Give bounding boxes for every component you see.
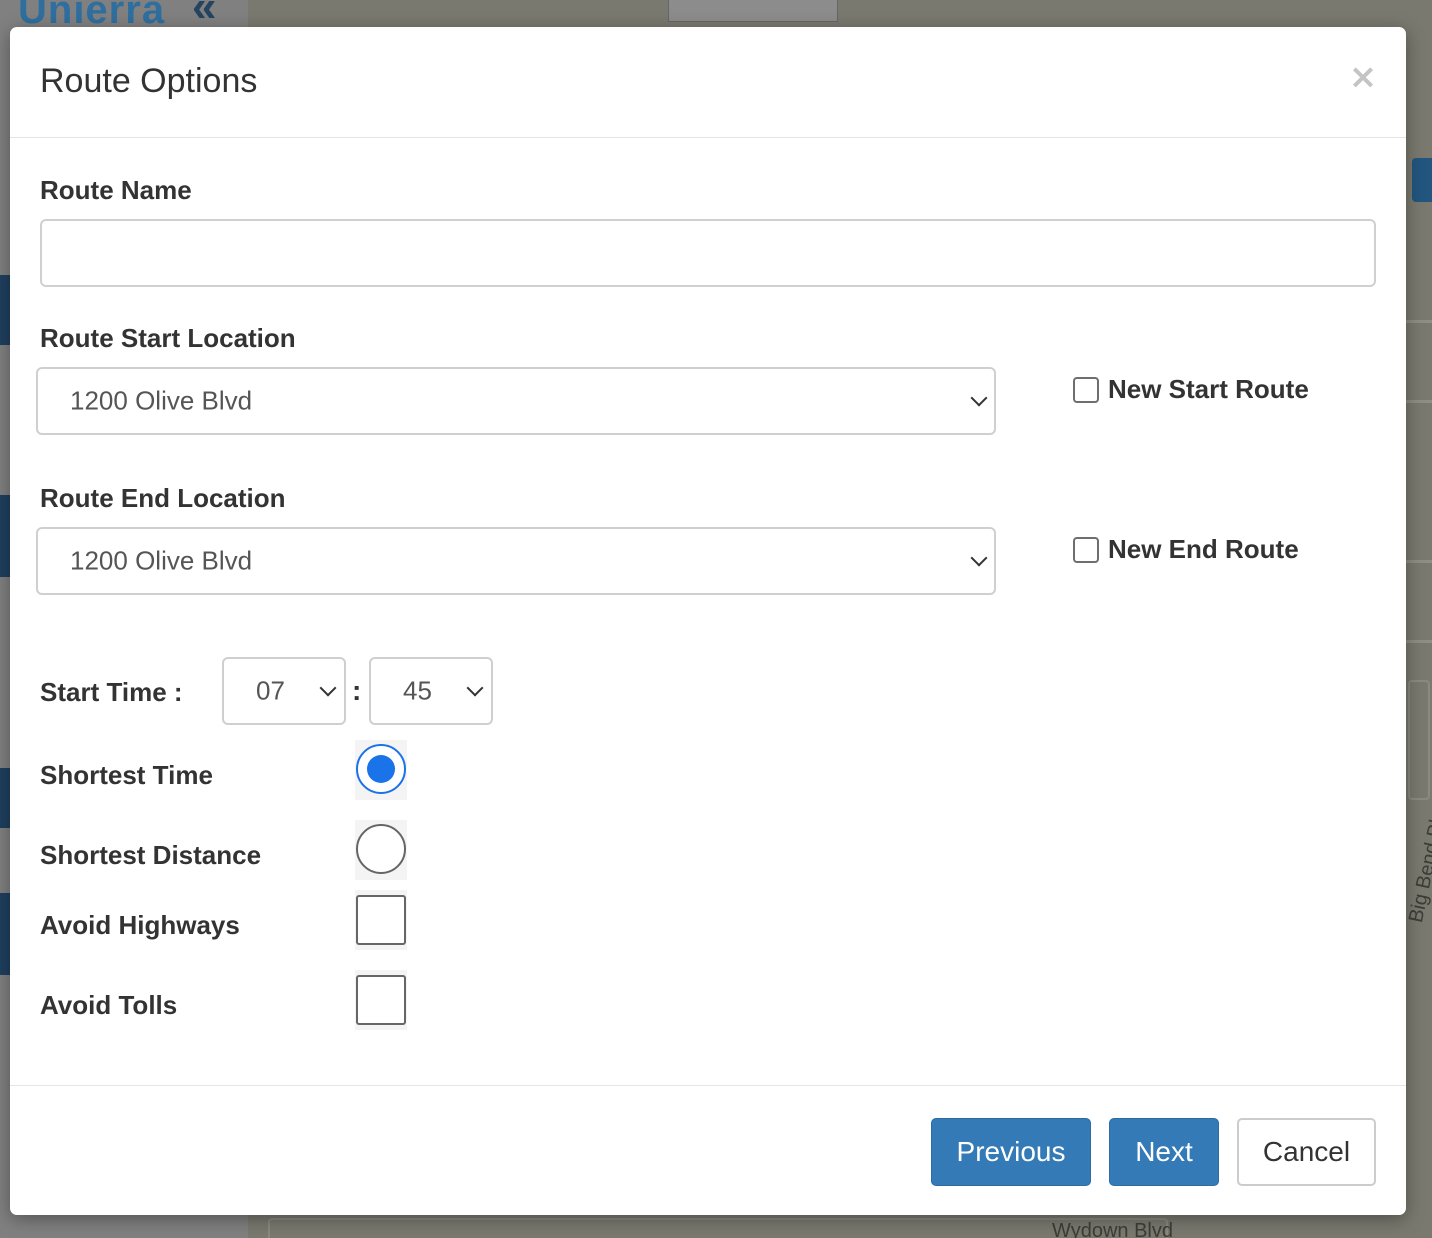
- chevron-down-icon: [970, 549, 988, 567]
- new-start-route-label: New Start Route: [1108, 374, 1309, 404]
- chevron-down-icon: [319, 679, 337, 697]
- avoid-tolls-label: Avoid Tolls: [40, 990, 178, 1020]
- map-road: [1405, 640, 1432, 643]
- map-side-button[interactable]: [1412, 158, 1432, 202]
- start-time-hour-select[interactable]: 07: [222, 657, 346, 725]
- shortest-time-label: Shortest Time: [40, 760, 213, 790]
- side-panel-tab: [0, 275, 10, 345]
- avoid-tolls-checkbox[interactable]: [356, 975, 406, 1025]
- map-road: [1405, 320, 1432, 323]
- map-block: [268, 1218, 1168, 1238]
- map-street-label: Big Bend Blvd: [1405, 797, 1432, 925]
- new-end-route-label: New End Route: [1108, 534, 1299, 564]
- next-button[interactable]: Next: [1109, 1118, 1219, 1186]
- chevron-down-icon: [970, 389, 988, 407]
- time-separator: :: [352, 675, 362, 706]
- chevron-down-icon: [466, 679, 484, 697]
- radio-selected-dot: [367, 755, 395, 783]
- map-block: [1408, 680, 1430, 800]
- route-name-input[interactable]: [40, 219, 1376, 287]
- route-end-location-label: Route End Location: [40, 483, 286, 513]
- shortest-time-radio[interactable]: [356, 744, 406, 794]
- route-start-location-select[interactable]: 1200 Olive Blvd: [36, 367, 996, 435]
- select-value: 1200 Olive Blvd: [70, 545, 253, 576]
- shortest-time-radio-cell: [355, 740, 407, 800]
- close-button[interactable]: ×: [1348, 57, 1378, 97]
- select-value: 07: [256, 675, 285, 706]
- new-end-route-option[interactable]: New End Route: [1073, 534, 1299, 565]
- side-panel-tab: [0, 495, 10, 577]
- select-value: 45: [403, 675, 432, 706]
- start-time-label: Start Time :: [40, 677, 183, 707]
- modal-header: Route Options ×: [10, 27, 1406, 138]
- avoid-highways-label: Avoid Highways: [40, 910, 240, 940]
- route-options-dialog: Route Options × Route Name Route Start L…: [10, 27, 1406, 1215]
- modal-title: Route Options: [40, 62, 258, 100]
- new-start-route-option[interactable]: New Start Route: [1073, 374, 1309, 405]
- map-road: [1405, 400, 1432, 403]
- route-end-location-select[interactable]: 1200 Olive Blvd: [36, 527, 996, 595]
- route-name-label: Route Name: [40, 175, 192, 205]
- previous-button[interactable]: Previous: [931, 1118, 1091, 1186]
- side-panel-tab: [0, 893, 10, 975]
- new-start-route-checkbox[interactable]: [1073, 376, 1099, 403]
- shortest-distance-radio[interactable]: [356, 824, 406, 874]
- route-start-location-label: Route Start Location: [40, 323, 296, 353]
- select-value: 1200 Olive Blvd: [70, 385, 253, 416]
- shortest-distance-label: Shortest Distance: [40, 840, 262, 870]
- avoid-highways-checkbox-cell: [355, 890, 407, 950]
- map-road: [1405, 560, 1432, 563]
- new-end-route-checkbox[interactable]: [1073, 536, 1099, 563]
- start-time-minute-select[interactable]: 45: [369, 657, 493, 725]
- shortest-distance-radio-cell: [355, 820, 407, 880]
- avoid-tolls-checkbox-cell: [355, 970, 407, 1030]
- cancel-button[interactable]: Cancel: [1237, 1118, 1376, 1186]
- map-street-label: Wydown Blvd: [1052, 1220, 1173, 1238]
- side-panel-tab: [0, 768, 10, 828]
- modal-footer: Previous Next Cancel: [10, 1085, 1406, 1215]
- map-toolbar: [668, 0, 838, 22]
- avoid-highways-checkbox[interactable]: [356, 895, 406, 945]
